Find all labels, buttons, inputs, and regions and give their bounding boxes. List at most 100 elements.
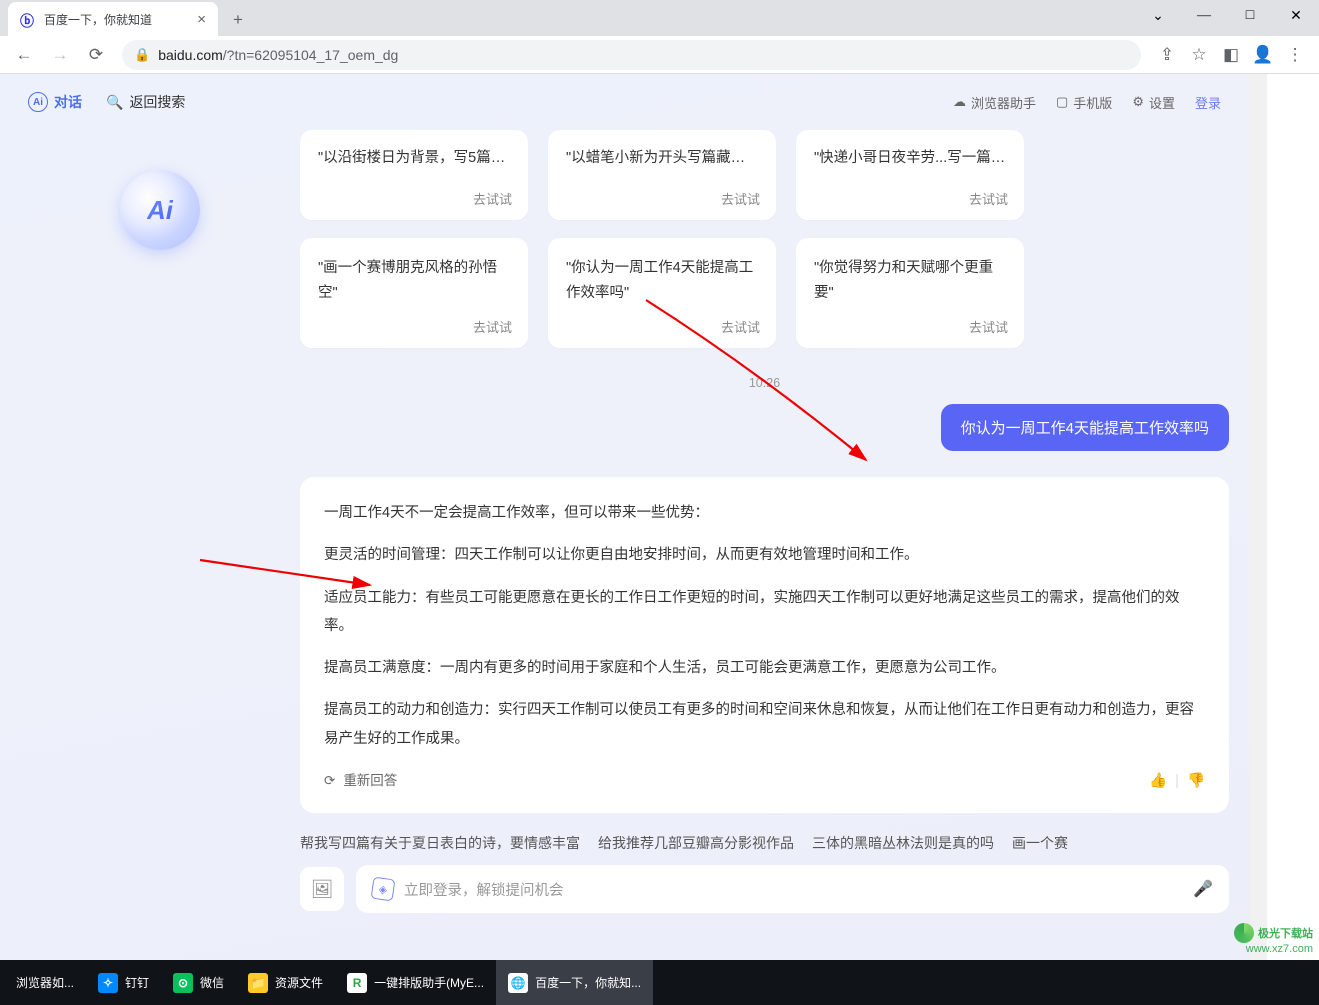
ai-icon: Ai (28, 92, 48, 112)
tab-title: 百度一下，你就知道 (44, 11, 152, 28)
nav-back-search-label: 返回搜索 (129, 92, 185, 112)
windows-taskbar: 浏览器如... ✧钉钉 ⊙微信 📁资源文件 R一键排版助手(MyE... 🌐百度… (0, 960, 1319, 1005)
prompt-text: "快递小哥日夜辛劳...写一篇感谢 (814, 146, 1006, 171)
profile-icon[interactable]: 👤 (1247, 39, 1279, 71)
nav-settings[interactable]: ⚙设置 (1132, 93, 1175, 112)
browser-toolbar: ← → ⟳ 🔒 baidu.com/?tn=62095104_17_oem_dg… (0, 36, 1319, 74)
user-message-bubble: 你认为一周工作4天能提高工作效率吗 (941, 404, 1229, 451)
taskbar-item[interactable]: R一键排版助手(MyE... (335, 960, 496, 1005)
wechat-icon: ⊙ (173, 973, 193, 993)
try-link[interactable]: 去试试 (721, 317, 760, 336)
prompt-text: "画一个赛博朋克风格的孙悟空" (318, 256, 510, 305)
timestamp: 10:26 (300, 376, 1229, 390)
microphone-icon[interactable]: 🎤 (1193, 879, 1213, 899)
maximize-button[interactable]: □ (1227, 0, 1273, 32)
taskbar-item[interactable]: 浏览器如... (4, 960, 86, 1005)
separator: | (1175, 767, 1179, 795)
retry-button[interactable]: ⟳ 重新回答 (324, 768, 397, 794)
thumbs-down-icon[interactable]: 👎 (1187, 767, 1205, 795)
prompt-row-1: "以沿街楼日为背景，写5篇关于防晒霜的广告... 去试试 "以蜡笔小新为开头写篇… (300, 130, 1229, 220)
prompt-card[interactable]: "你觉得努力和天赋哪个更重要" 去试试 (796, 238, 1024, 348)
bookmark-icon[interactable]: ☆ (1183, 39, 1215, 71)
input-row: 🖼 ◈ 立即登录，解锁提问机会 🎤 (300, 865, 1229, 913)
taskbar-item[interactable]: 📁资源文件 (236, 960, 335, 1005)
nav-chat[interactable]: Ai 对话 (28, 92, 82, 112)
prompt-card[interactable]: "以蜡笔小新为开头写篇藏头诗" 去试试 (548, 130, 776, 220)
scrollbar-gutter[interactable] (1249, 74, 1267, 960)
mobile-icon: ▢ (1056, 94, 1068, 110)
nav-mobile[interactable]: ▢手机版 (1056, 93, 1112, 112)
retry-label: 重新回答 (343, 768, 397, 794)
nav-back-search[interactable]: 🔍 返回搜索 (106, 92, 185, 112)
sidepanel-icon[interactable]: ◧ (1215, 39, 1247, 71)
try-link[interactable]: 去试试 (969, 189, 1008, 208)
try-link[interactable]: 去试试 (473, 317, 512, 336)
reply-paragraph: 一周工作4天不一定会提高工作效率，但可以带来一些优势： (324, 499, 1205, 527)
nav-chat-label: 对话 (54, 92, 82, 112)
url-domain: baidu.com (158, 47, 223, 63)
user-message-row: 你认为一周工作4天能提高工作效率吗 (300, 404, 1229, 451)
baidu-favicon: ⓑ (20, 11, 36, 27)
prompt-card[interactable]: "画一个赛博朋克风格的孙悟空" 去试试 (300, 238, 528, 348)
chat-input[interactable]: ◈ 立即登录，解锁提问机会 🎤 (356, 865, 1229, 913)
sidebar: Ai (20, 130, 300, 960)
suggestion-row: 帮我写四篇有关于夏日表白的诗，要情感丰富 给我推荐几部豆瓣高分影视作品 三体的黑… (300, 833, 1229, 853)
try-link[interactable]: 去试试 (969, 317, 1008, 336)
new-tab-button[interactable]: + (224, 6, 252, 34)
browser-tab[interactable]: ⓑ 百度一下，你就知道 × (8, 2, 218, 36)
reply-paragraph: 提高员工满意度：一周内有更多的时间用于家庭和个人生活，员工可能会更满意工作，更愿… (324, 654, 1205, 682)
search-icon: 🔍 (106, 94, 123, 111)
gear-icon: ⚙ (1132, 94, 1144, 110)
chrome-icon: 🌐 (508, 973, 528, 993)
nav-browser-helper[interactable]: ☁浏览器助手 (953, 93, 1036, 112)
suggestion-chip[interactable]: 给我推荐几部豆瓣高分影视作品 (598, 833, 794, 853)
reply-paragraph: 提高员工的动力和创造力：实行四天工作制可以使员工有更多的时间和空间来休息和恢复，… (324, 696, 1205, 753)
prompt-card[interactable]: "快递小哥日夜辛劳...写一篇感谢 去试试 (796, 130, 1024, 220)
prompt-text: "以蜡笔小新为开头写篇藏头诗" (566, 146, 758, 171)
ai-avatar: Ai (120, 170, 200, 250)
suggestion-chip[interactable]: 三体的黑暗丛林法则是真的吗 (812, 833, 994, 853)
back-button[interactable]: ← (8, 39, 40, 71)
thumbs-up-icon[interactable]: 👍 (1149, 767, 1167, 795)
taskbar-item-active[interactable]: 🌐百度一下，你就知... (496, 960, 653, 1005)
tab-close-icon[interactable]: × (197, 11, 206, 28)
url-path: /?tn=62095104_17_oem_dg (223, 47, 399, 63)
ai-reply-card: 一周工作4天不一定会提高工作效率，但可以带来一些优势： 更灵活的时间管理：四天工… (300, 477, 1229, 813)
image-icon: 🖼 (311, 879, 334, 900)
try-link[interactable]: 去试试 (473, 189, 512, 208)
chat-column: "以沿街楼日为背景，写5篇关于防晒霜的广告... 去试试 "以蜡笔小新为开头写篇… (300, 130, 1249, 960)
cloud-icon: ☁ (953, 94, 966, 110)
input-placeholder: 立即登录，解锁提问机会 (404, 879, 564, 900)
try-link[interactable]: 去试试 (721, 189, 760, 208)
reply-paragraph: 更灵活的时间管理：四天工作制可以让你更自由地安排时间，从而更有效地管理时间和工作… (324, 541, 1205, 569)
reload-button[interactable]: ⟳ (80, 39, 112, 71)
reply-paragraph: 适应员工能力：有些员工可能更愿意在更长的工作日工作更短的时间，实施四天工作制可以… (324, 584, 1205, 641)
address-bar[interactable]: 🔒 baidu.com/?tn=62095104_17_oem_dg (122, 40, 1141, 70)
prompt-card[interactable]: "你认为一周工作4天能提高工作效率吗" 去试试 (548, 238, 776, 348)
watermark: 极光下载站 www.xz7.com (1183, 921, 1313, 957)
taskbar-item[interactable]: ⊙微信 (161, 960, 236, 1005)
refresh-icon: ⟳ (324, 768, 335, 794)
nav-login[interactable]: 登录 (1195, 93, 1221, 112)
share-icon[interactable]: ⇪ (1151, 39, 1183, 71)
prompt-card[interactable]: "以沿街楼日为背景，写5篇关于防晒霜的广告... 去试试 (300, 130, 528, 220)
watermark-logo (1234, 923, 1254, 943)
suggestion-chip[interactable]: 帮我写四篇有关于夏日表白的诗，要情感丰富 (300, 833, 580, 853)
app-icon: R (347, 973, 367, 993)
taskbar-item[interactable]: ✧钉钉 (86, 960, 161, 1005)
page-content: Ai 对话 🔍 返回搜索 ☁浏览器助手 ▢手机版 ⚙设置 登录 Ai "以沿街楼… (0, 74, 1249, 960)
tab-strip: ⓑ 百度一下，你就知道 × + (0, 0, 1319, 36)
window-controls: ⌄ — □ ✕ (1135, 0, 1319, 32)
minimize-button[interactable]: — (1181, 0, 1227, 32)
dingtalk-icon: ✧ (98, 973, 118, 993)
prompt-text: "你觉得努力和天赋哪个更重要" (814, 256, 1006, 305)
dropdown-icon[interactable]: ⌄ (1135, 0, 1181, 32)
suggestion-chip[interactable]: 画一个赛 (1012, 833, 1068, 853)
lock-icon: 🔒 (134, 47, 150, 63)
close-window-button[interactable]: ✕ (1273, 0, 1319, 32)
prompt-row-2: "画一个赛博朋克风格的孙悟空" 去试试 "你认为一周工作4天能提高工作效率吗" … (300, 238, 1229, 348)
prompt-text: "以沿街楼日为背景，写5篇关于防晒霜的广告... (318, 146, 510, 171)
upload-button[interactable]: 🖼 (300, 867, 344, 911)
menu-icon[interactable]: ⋮ (1279, 39, 1311, 71)
cube-icon: ◈ (371, 877, 396, 902)
